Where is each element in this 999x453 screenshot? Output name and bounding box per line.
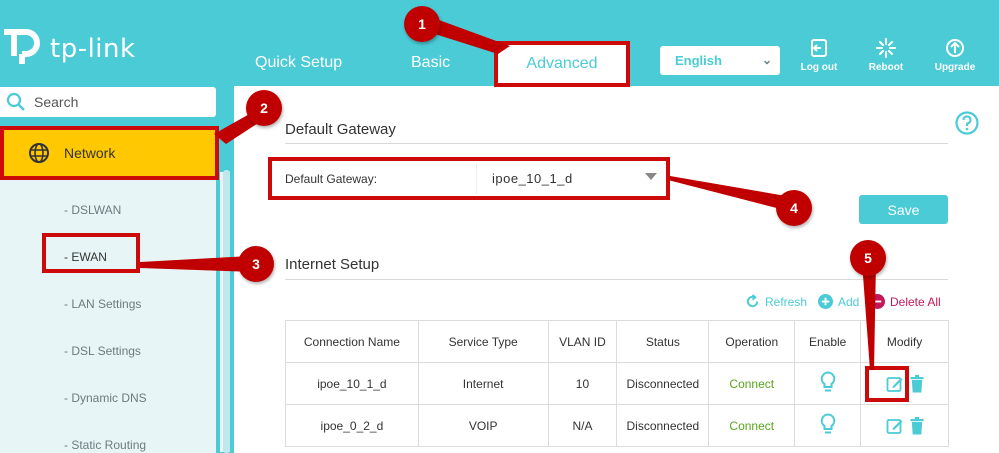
modify-cell <box>860 404 949 447</box>
sidebar-scroll-thumb[interactable] <box>223 170 230 453</box>
enable-cell <box>794 362 862 405</box>
vlan-id: 10 <box>547 362 618 405</box>
highlight-box-edit <box>865 366 909 402</box>
column-header: VLAN ID <box>547 320 618 363</box>
internet-setup-title: Internet Setup <box>285 256 380 273</box>
reboot-button[interactable]: Reboot <box>856 38 916 73</box>
trash-icon[interactable] <box>910 416 924 435</box>
annotation-badge-3: 3 <box>238 246 274 282</box>
add-icon <box>818 294 833 309</box>
delete-all-label: Delete All <box>890 295 941 309</box>
save-button[interactable]: Save <box>859 195 948 224</box>
column-header: Modify <box>860 320 949 363</box>
brand-name: tp-link <box>50 34 136 64</box>
search-placeholder: Search <box>34 94 79 110</box>
refresh-icon <box>746 294 759 308</box>
lightbulb-icon[interactable] <box>820 371 836 393</box>
status-text: Disconnected <box>616 404 710 447</box>
vlan-id: N/A <box>547 404 618 447</box>
logout-button[interactable]: Log out <box>789 38 849 73</box>
sidebar-item-static-routing[interactable]: - Static Routing <box>64 438 146 452</box>
minus-circle-icon <box>870 294 885 309</box>
column-header: Operation <box>708 320 796 363</box>
annotation-badge-2: 2 <box>246 90 282 126</box>
add-label: Add <box>838 295 860 309</box>
highlight-box-advanced <box>494 41 630 87</box>
service-type: Internet <box>417 362 549 405</box>
connection-name: ipoe_10_1_d <box>285 362 419 405</box>
sidebar-item-lan-settings[interactable]: - LAN Settings <box>64 297 141 311</box>
highlight-box-network <box>0 126 219 180</box>
connection-name: ipoe_0_2_d <box>285 404 419 447</box>
logout-label: Log out <box>800 62 838 73</box>
annotation-badge-1: 1 <box>404 6 440 42</box>
chevron-down-icon: ⌄ <box>761 53 772 67</box>
table-row: ipoe_0_2_d VOIP N/A Disconnected Connect <box>285 404 949 447</box>
table-row: ipoe_10_1_d Internet 10 Disconnected Con… <box>285 362 949 405</box>
annotation-badge-4: 4 <box>776 190 812 226</box>
column-header: Connection Name <box>285 320 419 363</box>
search-icon <box>6 92 25 111</box>
connections-table: Connection Name Service Type VLAN ID Sta… <box>285 320 949 447</box>
help-icon[interactable] <box>955 111 979 135</box>
upgrade-button[interactable]: Upgrade <box>925 38 985 73</box>
highlight-box-default-gateway <box>268 157 670 200</box>
column-header: Service Type <box>417 320 549 363</box>
sidebar-item-dynamic-dns[interactable]: - Dynamic DNS <box>64 391 147 405</box>
column-header: Enable <box>794 320 862 363</box>
trash-icon[interactable] <box>910 374 924 393</box>
connect-link[interactable]: Connect <box>708 362 796 405</box>
network-submenu: - DSLWAN - EWAN - LAN Settings - DSL Set… <box>0 179 216 453</box>
delete-all-button[interactable]: Delete All <box>870 294 941 309</box>
sidebar-item-dsl-settings[interactable]: - DSL Settings <box>64 344 141 358</box>
service-type: VOIP <box>417 404 549 447</box>
status-text: Disconnected <box>616 362 710 405</box>
reboot-label: Reboot <box>868 62 904 73</box>
edit-icon[interactable] <box>886 417 904 435</box>
upgrade-label: Upgrade <box>934 62 976 73</box>
enable-cell <box>794 404 862 447</box>
refresh-label: Refresh <box>765 295 808 309</box>
refresh-button[interactable]: Refresh <box>745 294 807 309</box>
language-select[interactable]: English ⌄ <box>660 46 780 75</box>
divider <box>285 279 948 280</box>
tab-basic[interactable]: Basic <box>411 54 450 72</box>
column-header: Status <box>616 320 710 363</box>
language-value: English <box>675 53 722 68</box>
sidebar-item-dslwan[interactable]: - DSLWAN <box>64 203 121 217</box>
logout-icon <box>811 39 827 57</box>
highlight-box-ewan <box>42 233 140 273</box>
arrow-4 <box>668 176 792 212</box>
search-input[interactable]: Search <box>0 87 216 117</box>
tab-quick-setup[interactable]: Quick Setup <box>255 54 342 72</box>
add-button[interactable]: Add <box>818 294 859 309</box>
connect-link[interactable]: Connect <box>708 404 796 447</box>
reboot-icon <box>876 38 896 58</box>
upgrade-icon <box>946 39 964 57</box>
divider <box>285 143 948 144</box>
annotation-badge-5: 5 <box>850 240 886 276</box>
table-header-row: Connection Name Service Type VLAN ID Sta… <box>285 320 949 363</box>
lightbulb-icon[interactable] <box>820 413 836 435</box>
default-gateway-title: Default Gateway <box>285 121 396 138</box>
